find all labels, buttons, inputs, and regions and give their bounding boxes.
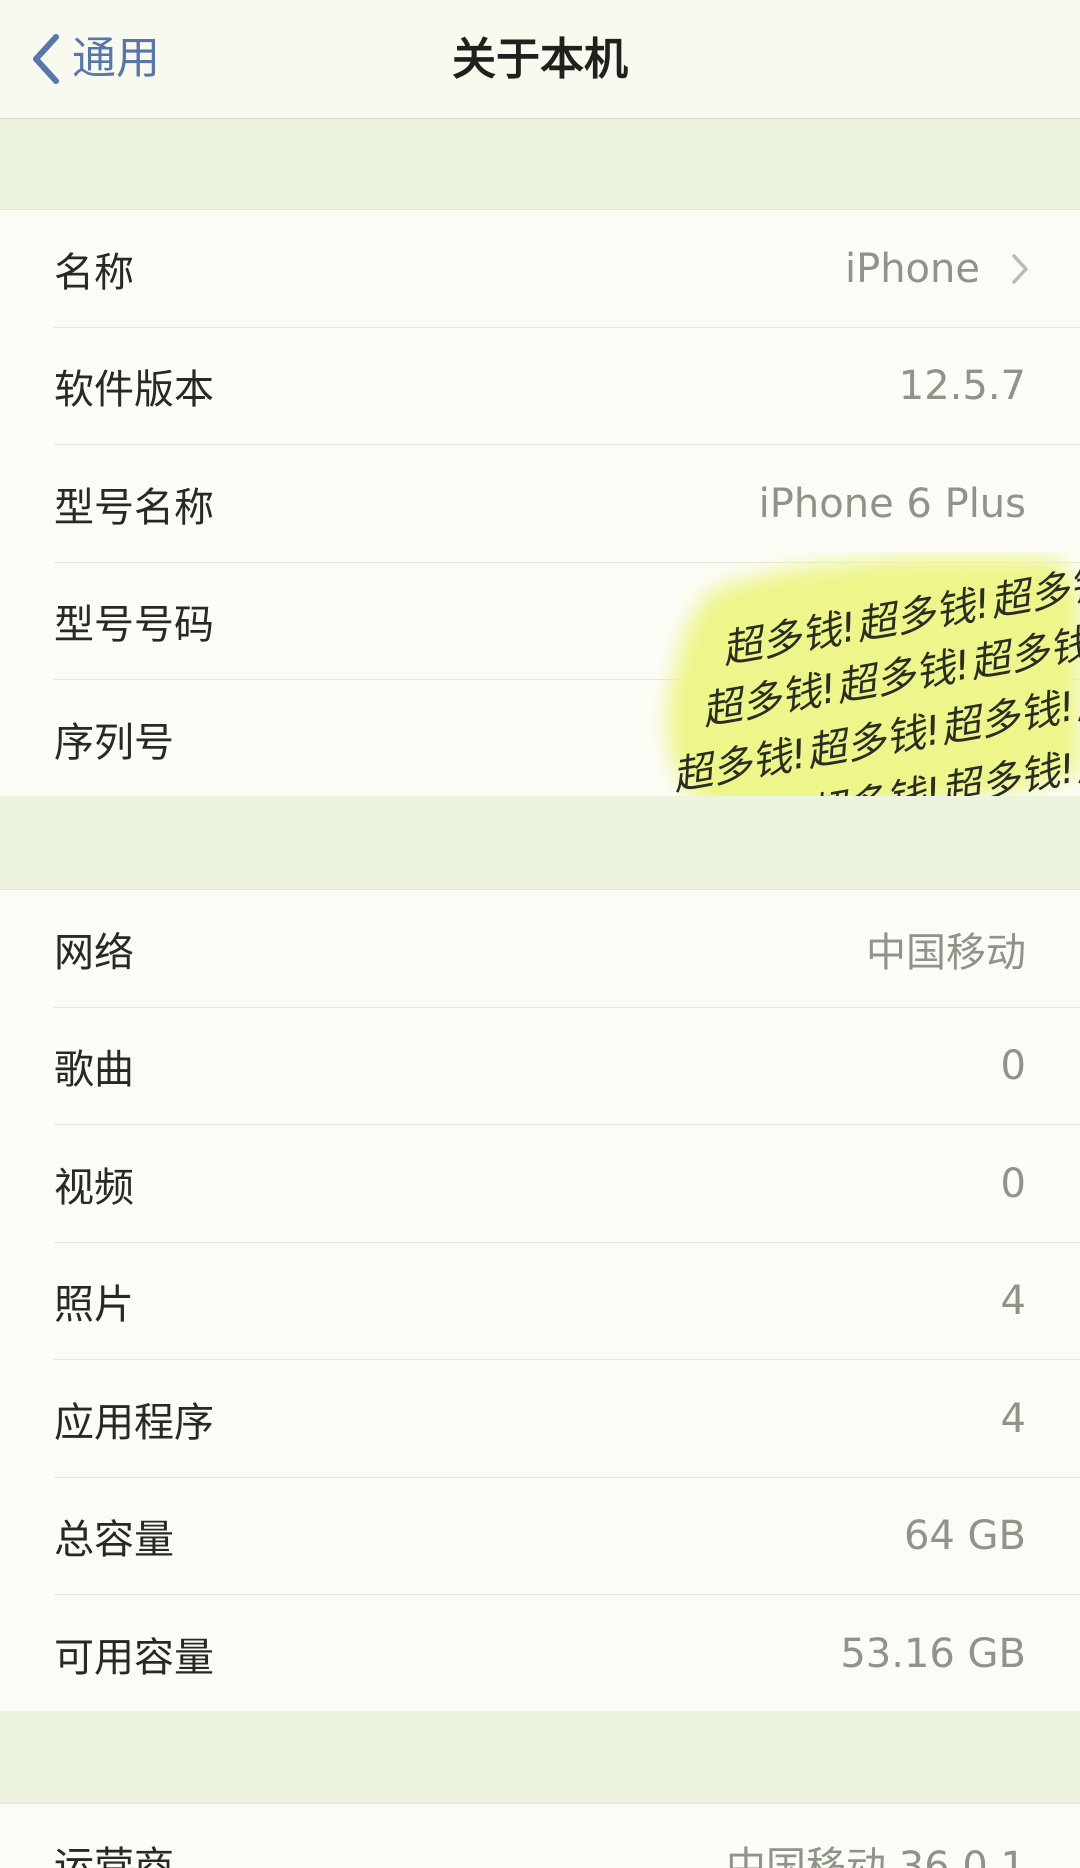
row-photos: 照片 4 [0,1243,1080,1360]
row-label: 总容量 [54,1517,174,1564]
row-value: 53.16 GB [840,1630,1026,1677]
row-network: 网络 中国移动 [0,890,1080,1008]
row-label: 名称 [54,249,134,296]
row-label: 运营商 [54,1844,174,1868]
about-screen: 通用 关于本机 名称 iPhone 软件版本 12.5.7 型号名称 iPhon… [0,0,1080,1868]
row-total-capacity: 总容量 64 GB [0,1478,1080,1595]
row-carrier: 运营商 中国移动 36.0.1 [0,1804,1080,1868]
row-serial-number: 序列号 [0,680,1080,798]
section-gap [0,1711,1080,1803]
row-label: 软件版本 [54,367,214,414]
row-value: 64 GB [903,1513,1026,1560]
row-label: 视频 [54,1164,134,1211]
row-value: 0 [1000,1160,1026,1207]
row-value: 中国移动 [866,929,1026,976]
usage-group: 网络 中国移动 歌曲 0 视频 0 照片 4 应用程序 4 总容量 64 GB [0,889,1080,1713]
section-gap [0,119,1080,209]
device-info-group: 名称 iPhone 软件版本 12.5.7 型号名称 iPhone 6 Plus… [0,209,1080,798]
page-title: 关于本机 [452,34,628,85]
row-software-version: 软件版本 12.5.7 [0,328,1080,445]
row-label: 可用容量 [54,1634,214,1681]
row-label: 型号号码 [54,602,214,649]
row-available-capacity: 可用容量 53.16 GB [0,1595,1080,1713]
row-songs: 歌曲 0 [0,1008,1080,1125]
row-label: 应用程序 [54,1399,214,1446]
row-value: iPhone 6 Plus [758,480,1026,527]
row-value: 12.5.7 [898,363,1026,410]
section-gap [0,796,1080,889]
row-value: 4 [1000,1278,1026,1325]
row-model-name: 型号名称 iPhone 6 Plus [0,445,1080,563]
row-value: 4 [1000,1395,1026,1442]
row-value: 中国移动 36.0.1 [726,1844,1026,1868]
row-label: 网络 [54,929,134,976]
row-label: 型号名称 [54,484,214,531]
row-label: 歌曲 [54,1047,134,1094]
navigation-bar: 通用 关于本机 [0,0,1080,119]
row-applications: 应用程序 4 [0,1360,1080,1478]
row-videos: 视频 0 [0,1125,1080,1243]
row-label: 序列号 [54,719,174,766]
chevron-right-icon [1012,254,1028,284]
row-value: iPhone [844,245,980,292]
row-name[interactable]: 名称 iPhone [0,210,1080,328]
row-value: 0 [1000,1043,1026,1090]
carrier-group: 运营商 中国移动 36.0.1 [0,1803,1080,1868]
row-model-number[interactable]: 型号号码 [0,563,1080,680]
row-label: 照片 [54,1282,134,1329]
